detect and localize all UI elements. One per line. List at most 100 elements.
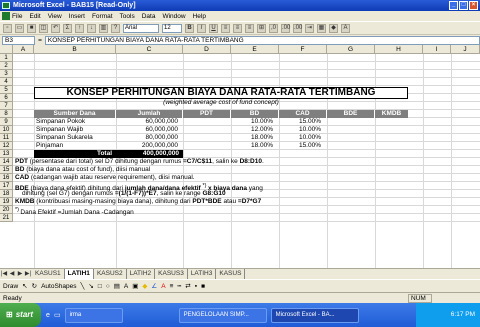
- cell-f10[interactable]: 15.00%: [279, 142, 321, 150]
- menu-window[interactable]: Window: [162, 13, 185, 20]
- next-sheet-icon[interactable]: ▶: [16, 270, 24, 279]
- column-header-g[interactable]: G: [327, 45, 375, 54]
- menu-format[interactable]: Format: [92, 13, 113, 20]
- maximize-button[interactable]: □: [459, 1, 468, 10]
- select-all-corner[interactable]: [0, 45, 13, 54]
- sheet-tab-latih1[interactable]: LATIH1: [64, 269, 94, 279]
- row-header-12[interactable]: 12: [0, 142, 13, 150]
- increase-decimal-button[interactable]: .00: [281, 23, 290, 33]
- textbox-icon[interactable]: ▤: [114, 282, 120, 290]
- select-pointer-icon[interactable]: ↖: [22, 282, 27, 290]
- note-row-13[interactable]: BD (biaya dana atau cost of fund), diisi…: [15, 166, 150, 174]
- column-header-d[interactable]: D: [183, 45, 231, 54]
- first-sheet-icon[interactable]: |◀: [0, 270, 8, 279]
- autoshapes-menu[interactable]: AutoShapes: [41, 283, 76, 290]
- cell-f7[interactable]: 15.00%: [279, 118, 321, 126]
- fill-color-draw-icon[interactable]: ◆: [142, 282, 147, 290]
- sheet-tab-latih3[interactable]: LATIH3: [188, 269, 217, 279]
- cell-b7[interactable]: Simpanan Pokok: [36, 118, 85, 126]
- row-header-3[interactable]: 3: [0, 70, 13, 78]
- wordart-icon[interactable]: A: [124, 283, 128, 290]
- cell-e10[interactable]: 18.00%: [231, 142, 273, 150]
- note-row-18[interactable]: *) Dana Efektif =Jumlah Dana -Cadangan: [15, 206, 134, 217]
- sheet-subtitle[interactable]: (weighted average cost of fund concept): [34, 99, 408, 107]
- font-size-select[interactable]: 12: [162, 23, 182, 33]
- cell-e9[interactable]: 18.00%: [231, 134, 273, 142]
- column-header-a[interactable]: A: [13, 45, 34, 54]
- new-icon[interactable]: ▫: [3, 23, 12, 33]
- decrease-decimal-button[interactable]: .00: [293, 23, 302, 33]
- open-icon[interactable]: ▭: [15, 23, 24, 33]
- row-header-14[interactable]: 14: [0, 158, 13, 166]
- help-icon[interactable]: ?: [111, 23, 120, 33]
- row-header-10[interactable]: 10: [0, 126, 13, 134]
- cell-c8[interactable]: 60,000,000: [116, 126, 178, 134]
- formula-input[interactable]: KONSEP PERHITUNGAN BIAYA DANA RATA-RATA …: [44, 35, 480, 45]
- cell-b8[interactable]: Simpanan Wajib: [36, 126, 83, 134]
- font-color-icon[interactable]: A: [341, 23, 350, 33]
- chart-wizard-icon[interactable]: ▥: [99, 23, 108, 33]
- indent-icon[interactable]: ⇥: [305, 23, 314, 33]
- print-preview-icon[interactable]: ◫: [39, 23, 48, 33]
- cell-b11-total-label[interactable]: Total: [34, 150, 116, 158]
- quicklaunch-ie-icon[interactable]: e: [46, 312, 50, 319]
- menu-tools[interactable]: Tools: [120, 13, 135, 20]
- row-header-16[interactable]: 16: [0, 174, 13, 182]
- menu-data[interactable]: Data: [142, 13, 156, 20]
- cell-e7[interactable]: 10.00%: [231, 118, 273, 126]
- note-row-14[interactable]: CAD (cadangan wajib atau reserve require…: [15, 174, 195, 182]
- cell-c11-total[interactable]: 400,000,000: [116, 150, 183, 158]
- quicklaunch-desktop-icon[interactable]: ▭: [54, 311, 61, 319]
- font-color-draw-icon[interactable]: A: [161, 283, 165, 290]
- close-button[interactable]: ×: [469, 1, 478, 10]
- oval-icon[interactable]: ○: [106, 283, 110, 290]
- cell-b9[interactable]: Simpanan Sukarela: [36, 134, 93, 142]
- cell-c10[interactable]: 200,000,000: [116, 142, 178, 150]
- note-row-16[interactable]: dihitung (sel G7) dengan rumus =(1/(1-F7…: [22, 190, 226, 198]
- align-center-icon[interactable]: ≡: [233, 23, 242, 33]
- note-row-17[interactable]: KMDB (kontribuasi masing-masing biaya da…: [15, 198, 261, 206]
- draw-menu[interactable]: Draw: [3, 283, 18, 290]
- cell-b10[interactable]: Pinjaman: [36, 142, 63, 150]
- cell-c9[interactable]: 80,000,000: [116, 134, 178, 142]
- menu-help[interactable]: Help: [193, 13, 206, 20]
- line-style-icon[interactable]: ≡: [170, 283, 174, 290]
- sort-desc-icon[interactable]: ↓: [87, 23, 96, 33]
- fill-color-icon[interactable]: ◆: [329, 23, 338, 33]
- menu-file[interactable]: File: [12, 13, 22, 20]
- row-header-9[interactable]: 9: [0, 118, 13, 126]
- line-icon[interactable]: ╲: [81, 282, 85, 290]
- row-header-4[interactable]: 4: [0, 78, 13, 86]
- dash-style-icon[interactable]: ┅: [177, 282, 181, 290]
- merge-center-icon[interactable]: ⊞: [257, 23, 266, 33]
- row-header-17[interactable]: 17: [0, 182, 13, 190]
- column-header-e[interactable]: E: [231, 45, 279, 54]
- sheet-tab-kasus1[interactable]: KASUS1: [32, 269, 65, 279]
- row-header-21[interactable]: 21: [0, 214, 13, 222]
- autosum-icon[interactable]: Σ: [63, 23, 72, 33]
- sheet-title[interactable]: KONSEP PERHITUNGAN BIAYA DANA RATA-RATA …: [34, 87, 408, 99]
- row-header-18[interactable]: 18: [0, 190, 13, 198]
- menu-insert[interactable]: Insert: [69, 13, 85, 20]
- header-jumlah[interactable]: Jumlah: [116, 110, 183, 118]
- line-color-icon[interactable]: ∠: [151, 282, 157, 290]
- italic-button[interactable]: I: [197, 23, 206, 33]
- clipart-icon[interactable]: ▣: [132, 282, 138, 290]
- menu-view[interactable]: View: [48, 13, 62, 20]
- header-bd[interactable]: BD: [231, 110, 279, 118]
- taskbar-item-pengelolaan[interactable]: PENGELOLAAN SIMP...: [178, 307, 267, 323]
- sheet-tab-kasus3[interactable]: KASUS3: [155, 269, 188, 279]
- row-header-15[interactable]: 15: [0, 166, 13, 174]
- rotate-icon[interactable]: ↻: [32, 282, 37, 290]
- row-header-6[interactable]: 6: [0, 94, 13, 102]
- cell-f9[interactable]: 10.00%: [279, 134, 321, 142]
- start-button[interactable]: ⊞ start: [0, 303, 42, 327]
- prev-sheet-icon[interactable]: ◀: [8, 270, 16, 279]
- 3d-icon[interactable]: ■: [201, 283, 205, 290]
- row-header-13[interactable]: 13: [0, 150, 13, 158]
- arrow-style-icon[interactable]: ⇄: [185, 282, 190, 290]
- cell-c7[interactable]: 60,000,000: [116, 118, 178, 126]
- bold-button[interactable]: B: [185, 23, 194, 33]
- font-name-select[interactable]: Arial: [123, 23, 159, 33]
- borders-icon[interactable]: ▦: [317, 23, 326, 33]
